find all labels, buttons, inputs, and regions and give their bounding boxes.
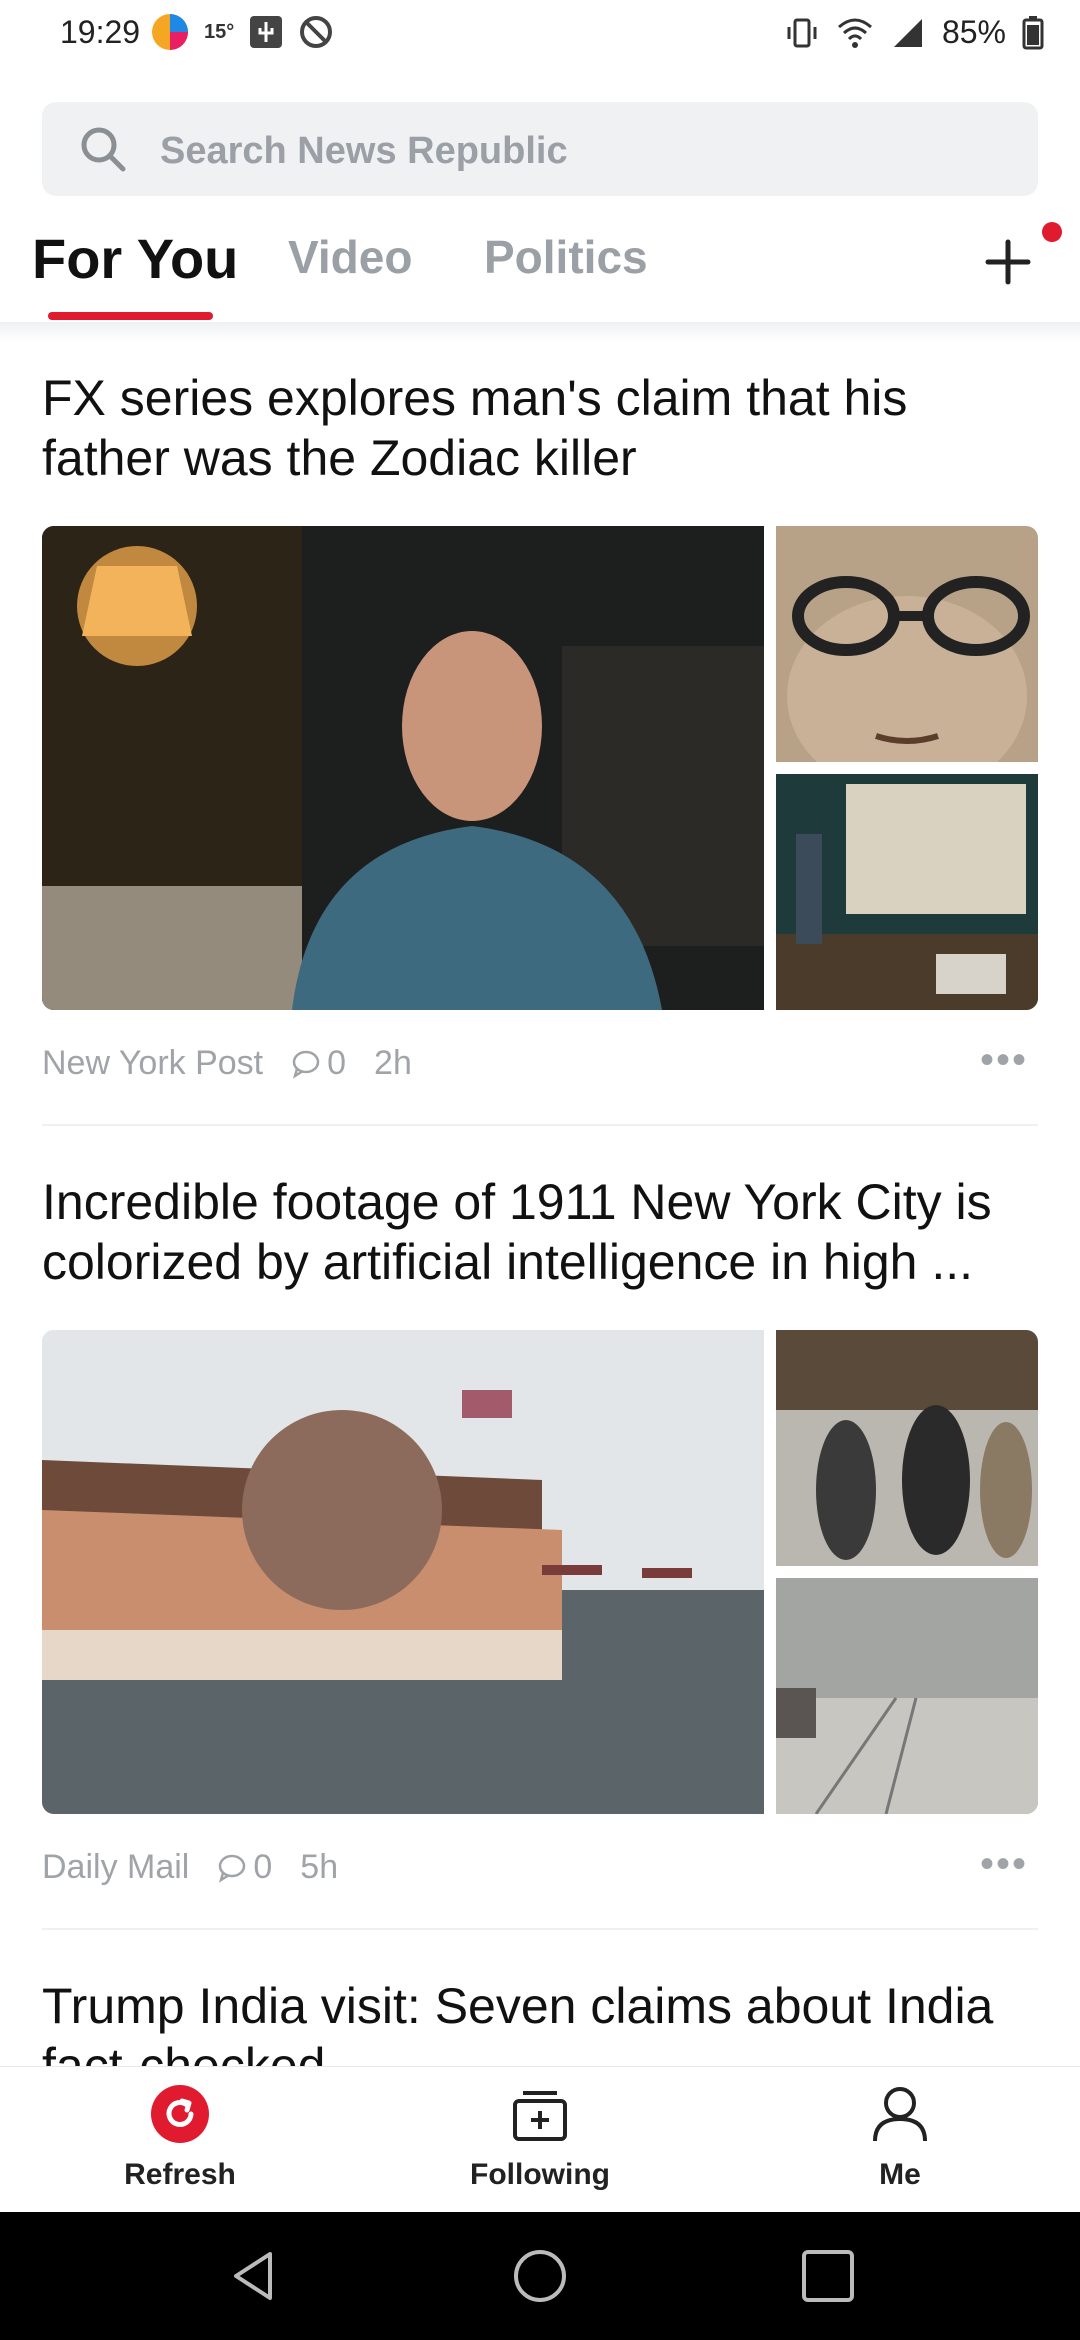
article-age: 2h	[374, 1044, 412, 1082]
article-image-thumb[interactable]	[776, 1578, 1038, 1814]
article-title[interactable]: FX series explores man's claim that his …	[42, 368, 1038, 488]
divider	[42, 1928, 1038, 1930]
article-card[interactable]: Trump India visit: Seven claims about In…	[42, 1976, 1038, 2066]
article-image-main[interactable]	[42, 1330, 764, 1814]
divider	[42, 1124, 1038, 1126]
article-title[interactable]: Trump India visit: Seven claims about In…	[42, 1976, 1038, 2066]
status-right: 85%	[784, 14, 1044, 51]
search-bar[interactable]: Search News Republic	[42, 102, 1038, 196]
system-navigation-bar	[0, 2212, 1080, 2340]
article-image-thumb[interactable]	[776, 1330, 1038, 1566]
vibrate-icon	[787, 18, 817, 47]
tab-for-you[interactable]: For You	[32, 226, 238, 291]
battery-text: 85%	[941, 14, 1006, 50]
nav-me-label: Me	[879, 2158, 921, 2191]
home-icon[interactable]	[512, 2248, 568, 2304]
bottom-navigation: Refresh Following Me	[0, 2066, 1080, 2213]
comment-count-value: 0	[327, 1044, 347, 1082]
refresh-icon	[151, 2085, 209, 2143]
recents-icon[interactable]	[800, 2248, 856, 2304]
usb-icon	[250, 16, 283, 48]
article-image-main[interactable]	[42, 526, 764, 1010]
status-temp: 15°	[204, 20, 235, 43]
wifi-icon	[837, 18, 872, 48]
app-notification-icon	[152, 14, 188, 50]
nav-following-label: Following	[470, 2158, 610, 2191]
nav-refresh[interactable]: Refresh	[80, 2083, 280, 2192]
active-tab-indicator	[48, 312, 213, 320]
more-options-icon[interactable]: •••	[980, 1842, 1028, 1887]
article-age: 5h	[300, 1848, 339, 1886]
tab-politics[interactable]: Politics	[484, 230, 648, 284]
article-images[interactable]	[42, 1330, 1038, 1814]
status-time: 19:29	[60, 14, 141, 50]
article-meta: New York Post 0 2h	[42, 1044, 412, 1083]
no-disturb-icon	[300, 16, 333, 48]
search-icon	[81, 127, 126, 172]
article-source[interactable]: New York Post	[42, 1044, 263, 1083]
article-card[interactable]: FX series explores man's claim that his …	[42, 368, 1038, 1108]
notification-dot	[1042, 222, 1062, 242]
back-icon[interactable]	[226, 2248, 282, 2304]
article-image-thumb[interactable]	[776, 526, 1038, 762]
more-options-icon[interactable]: •••	[980, 1038, 1028, 1083]
nav-me[interactable]: Me	[800, 2083, 1000, 2192]
comment-count-value: 0	[253, 1848, 273, 1886]
status-left-icons: 15°	[150, 12, 334, 52]
signal-icon	[893, 18, 922, 47]
category-tabs: For You Video Politics	[0, 200, 1080, 322]
comment-count[interactable]: 0	[291, 1044, 346, 1083]
comment-icon	[219, 1854, 246, 1883]
following-icon	[513, 2091, 567, 2141]
nav-refresh-label: Refresh	[124, 2158, 236, 2191]
search-placeholder: Search News Republic	[160, 130, 568, 172]
status-bar: 19:29 15° 85%	[0, 0, 1080, 72]
article-source[interactable]: Daily Mail	[42, 1848, 189, 1887]
tabs-shadow	[0, 322, 1080, 342]
comment-count[interactable]: 0	[217, 1848, 272, 1887]
article-images[interactable]	[42, 526, 1038, 1010]
article-title[interactable]: Incredible footage of 1911 New York City…	[42, 1172, 1038, 1292]
tab-video[interactable]: Video	[288, 230, 412, 284]
battery-icon	[1022, 15, 1044, 49]
article-meta: Daily Mail 0 5h	[42, 1848, 338, 1887]
nav-following[interactable]: Following	[440, 2083, 640, 2192]
article-image-thumb[interactable]	[776, 774, 1038, 1010]
profile-icon	[873, 2087, 927, 2142]
add-category-icon[interactable]	[976, 230, 1040, 294]
comment-icon	[292, 1050, 320, 1079]
article-card[interactable]: Incredible footage of 1911 New York City…	[42, 1172, 1038, 1912]
